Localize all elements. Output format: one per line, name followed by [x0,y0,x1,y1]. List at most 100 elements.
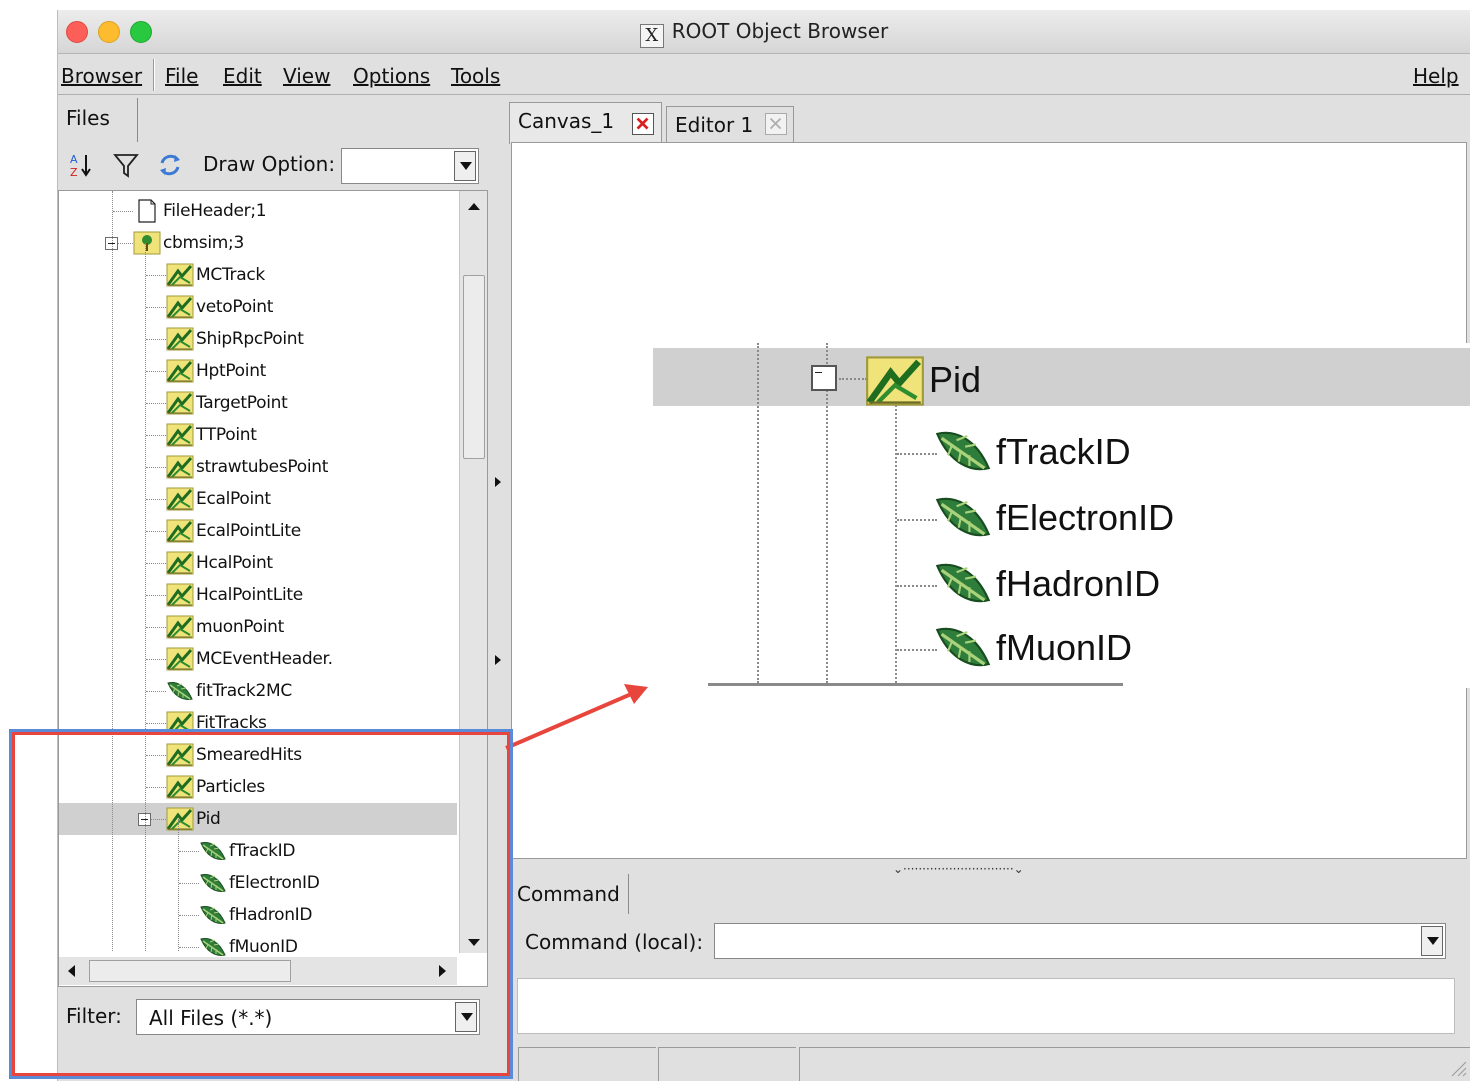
tree-connector [146,435,166,436]
tree-item[interactable]: HcalPoint [59,547,457,579]
tree-item-label: EcalPointLite [196,521,301,541]
branch-icon [166,615,194,639]
branch-icon [166,647,194,671]
command-dropdown-button[interactable] [1421,926,1443,956]
tree-item-label: HptPoint [196,361,267,381]
tab-command[interactable]: Command [511,874,629,914]
tab-command-label: Command [517,882,620,906]
tab-editor-1[interactable]: Editor 1 [666,106,794,144]
vertical-scroll-thumb[interactable] [463,275,485,459]
vertical-scrollbar[interactable] [459,191,487,953]
filter-value: All Files (*.*) [149,1006,273,1030]
tree-item[interactable]: TargetPoint [59,387,457,419]
tree-connector [146,691,166,692]
zoomed-tree-inset: Pid fTrackID fElectronID fHadronID fMuon… [653,343,1470,688]
leaf-icon [199,871,227,895]
tree-item[interactable]: EcalPointLite [59,515,457,547]
status-cell [518,1047,656,1081]
filter-icon[interactable] [112,151,140,179]
scroll-up-arrow-icon[interactable] [468,203,480,210]
menu-tools[interactable]: Tools [451,64,500,88]
tree-item-label: MCEventHeader. [196,649,333,669]
window-title: X ROOT Object Browser [58,19,1470,48]
tree-connector [146,531,166,532]
menu-edit-label: Edit [223,64,262,88]
tree-item[interactable]: EcalPoint [59,483,457,515]
branch-icon [166,711,194,735]
tree-guide-line [145,243,146,951]
tab-editor-1-label: Editor 1 [675,113,754,137]
resize-grip-icon[interactable] [1448,1058,1468,1078]
zoom-connector [897,585,937,587]
scroll-down-arrow-icon[interactable] [468,939,480,946]
branch-icon [166,743,194,767]
tree-connector [146,563,166,564]
tree-connector [146,627,166,628]
tree-item[interactable]: muonPoint [59,611,457,643]
tree-item[interactable]: fElectronID [59,867,457,899]
tree-item[interactable]: ShipRpcPoint [59,323,457,355]
tree-item[interactable]: Particles [59,771,457,803]
horizontal-scroll-thumb[interactable] [89,960,291,982]
zoom-scrollbar-edge [708,683,1123,686]
filter-combo[interactable]: All Files (*.*) [136,999,480,1035]
close-tab-icon[interactable] [632,113,654,135]
menu-edit[interactable]: Edit [223,64,262,88]
leaf-icon [933,491,993,543]
tree-item[interactable]: cbmsim;3 [59,227,457,259]
splitter-arrow-icon[interactable] [495,477,501,487]
tree-item-label: FileHeader;1 [163,201,267,221]
draw-option-dropdown-button[interactable] [454,151,476,181]
tree-item[interactable]: MCEventHeader. [59,643,457,675]
leaf-icon [933,425,993,477]
tree-item[interactable]: HptPoint [59,355,457,387]
scroll-left-arrow-icon[interactable] [68,965,75,977]
horizontal-scrollbar[interactable] [59,957,457,985]
zoom-connector [897,649,937,651]
menu-file[interactable]: File [165,64,198,88]
branch-icon [166,487,194,511]
tree-item[interactable]: fitTrack2MC [59,675,457,707]
menu-view[interactable]: View [283,64,330,88]
tree-item[interactable]: fTrackID [59,835,457,867]
branch-icon [166,359,194,383]
menu-browser[interactable]: Browser [61,64,142,88]
leaf-icon [166,679,194,703]
tree-item[interactable]: strawtubesPoint [59,451,457,483]
tree-guide-line [112,191,113,951]
menu-options[interactable]: Options [353,64,430,88]
tree-connector [146,755,166,756]
tree-item-label: fMuonID [229,937,298,957]
refresh-icon[interactable] [156,151,184,179]
sort-az-icon[interactable]: A Z [68,151,96,179]
tab-files[interactable]: Files [58,98,138,142]
tree-item[interactable]: FitTracks [59,707,457,739]
splitter-handle[interactable]: ⌄·····························⌄ [893,862,1024,876]
tree-item[interactable]: fHadronID [59,899,457,931]
close-tab-disabled-icon [765,113,787,135]
draw-option-combo[interactable] [341,148,479,184]
zoom-guide-line [895,401,897,683]
tree-icon [133,231,161,255]
file-tree[interactable]: FileHeader;1 cbmsim;3 MCTrack vetoPoint Ship… [58,190,488,987]
tree-item-label: fitTrack2MC [196,681,292,701]
filter-dropdown-button[interactable] [455,1002,477,1032]
menu-browser-label: Browser [61,64,143,88]
tree-item[interactable]: TTPoint [59,419,457,451]
tab-canvas-1-label: Canvas_1 [518,109,615,133]
branch-icon [166,263,194,287]
menu-help[interactable]: Help [1413,64,1459,88]
tree-item[interactable]: vetoPoint [59,291,457,323]
tree-item[interactable]: SmearedHits [59,739,457,771]
branch-icon [166,423,194,447]
scroll-right-arrow-icon[interactable] [439,965,446,977]
splitter-arrow-icon[interactable] [495,655,501,665]
branch-icon [166,391,194,415]
tree-item[interactable]: FileHeader;1 [59,195,457,227]
tree-item[interactable]: HcalPointLite [59,579,457,611]
tree-item[interactable]: MCTrack [59,259,457,291]
command-input[interactable] [714,923,1446,959]
tree-item[interactable]: Pid [59,803,457,835]
branch-icon [166,807,194,831]
tab-canvas-1[interactable]: Canvas_1 [509,102,662,144]
